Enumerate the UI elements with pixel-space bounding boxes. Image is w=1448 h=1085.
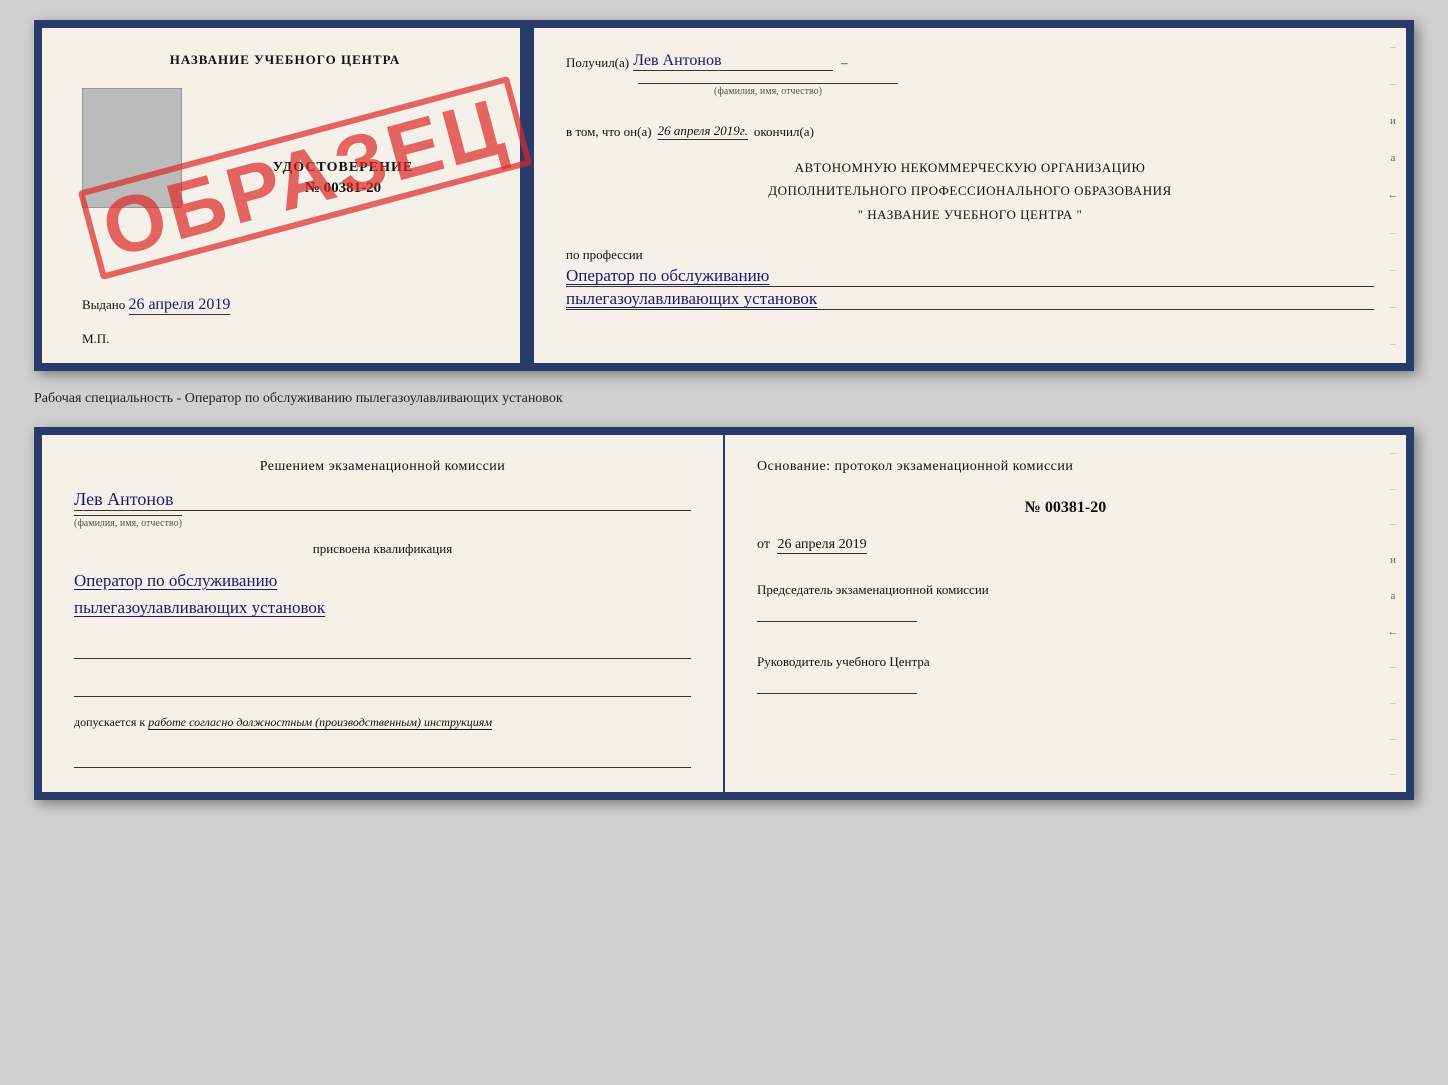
cert-left-page: НАЗВАНИЕ УЧЕБНОГО ЦЕНТРА УДОСТОВЕРЕНИЕ №…	[42, 28, 522, 363]
org-line2: ДОПОЛНИТЕЛЬНОГО ПРОФЕССИОНАЛЬНОГО ОБРАЗО…	[566, 179, 1374, 202]
head-sig-line	[757, 674, 917, 694]
bottom-side-u: и	[1390, 554, 1396, 566]
received-line: Получил(а) Лев Антонов –	[566, 52, 1374, 71]
commission-text: Решением экзаменационной комиссии	[74, 459, 691, 475]
bottom-certificate-book: Решением экзаменационной комиссии Лев Ан…	[34, 427, 1414, 800]
bottom-side-dashes: – – – и а ← – – – –	[1384, 435, 1402, 792]
qualification-block: Оператор по обслуживанию пылегазоулавлив…	[74, 567, 691, 621]
date-prefix: от	[757, 537, 770, 552]
issued-label: Выдано	[82, 297, 125, 312]
recipient-name: Лев Антонов	[633, 52, 833, 71]
completion-date: 26 апреля 2019г.	[658, 123, 748, 140]
profession-line1: Оператор по обслуживанию	[566, 266, 1374, 287]
cert-right-page: – – и а ← – – – – Получил(а) Лев Антонов…	[534, 28, 1406, 363]
protocol-number: № 00381-20	[757, 499, 1374, 517]
top-certificate-section: НАЗВАНИЕ УЧЕБНОГО ЦЕНТРА УДОСТОВЕРЕНИЕ №…	[34, 20, 1414, 371]
profession-block: по профессии Оператор по обслуживанию пы…	[566, 246, 1374, 310]
basis-label: Основание: протокол экзаменационной коми…	[757, 459, 1374, 475]
org-block: АВТОНОМНУЮ НЕКОММЕРЧЕСКУЮ ОРГАНИЗАЦИЮ ДО…	[566, 156, 1374, 226]
issued-date: 26 апреля 2019	[129, 296, 231, 315]
allowed-prefix: допускается к	[74, 715, 145, 729]
chairman-label: Председатель экзаменационной комиссии	[757, 582, 1374, 598]
person-name: Лев Антонов	[74, 489, 173, 509]
qualification-line1: Оператор по обслуживанию	[74, 567, 691, 594]
profession-prefix: по профессии	[566, 247, 643, 262]
side-dashes-right: – – и а ← – – – –	[1384, 28, 1402, 363]
name-field-label-top: (фамилия, имя, отчество)	[638, 83, 898, 97]
cert-photo	[82, 88, 182, 208]
bottom-side-a: а	[1391, 590, 1396, 602]
head-label: Руководитель учебного Центра	[757, 654, 1374, 670]
cert-school-name: НАЗВАНИЕ УЧЕБНОГО ЦЕНТРА	[170, 52, 401, 68]
profession-line2: пылегазоулавливающих установок	[566, 289, 1374, 310]
blank-line-1	[74, 639, 691, 659]
allowed-block: допускается к работе согласно должностны…	[74, 715, 691, 730]
org-line3: " НАЗВАНИЕ УЧЕБНОГО ЦЕНТРА "	[566, 203, 1374, 226]
blank-line-3	[74, 748, 691, 768]
chairman-sig-line	[757, 602, 917, 622]
head-block: Руководитель учебного Центра	[757, 654, 1374, 694]
name-field-label-bottom: (фамилия, имя, отчество)	[74, 515, 182, 529]
cert-info-block: УДОСТОВЕРЕНИЕ № 00381-20	[198, 88, 488, 268]
bottom-side-arrow: ←	[1388, 626, 1399, 638]
in-that-prefix: в том, что он(а)	[566, 124, 652, 140]
side-char-u: и	[1390, 115, 1396, 127]
blank-line-2	[74, 677, 691, 697]
bottom-left-page: Решением экзаменационной комиссии Лев Ан…	[42, 435, 725, 792]
in-that-line: в том, что он(а) 26 апреля 2019г. окончи…	[566, 123, 1374, 140]
separator-label: Рабочая специальность - Оператор по обсл…	[34, 387, 1414, 411]
org-line1: АВТОНОМНУЮ НЕКОММЕРЧЕСКУЮ ОРГАНИЗАЦИЮ	[566, 156, 1374, 179]
cert-mp: М.П.	[82, 331, 488, 347]
bottom-right-page: – – – и а ← – – – – Основание: протокол …	[725, 435, 1406, 792]
allowed-italic: работе согласно должностным (производств…	[148, 715, 492, 729]
completion-label: окончил(а)	[754, 124, 814, 140]
received-prefix: Получил(а)	[566, 55, 629, 71]
chairman-block: Председатель экзаменационной комиссии	[757, 582, 1374, 622]
cert-number: № 00381-20	[305, 180, 381, 197]
assigned-label: присвоена квалификация	[74, 541, 691, 557]
cert-issued-line: Выдано 26 апреля 2019	[82, 296, 488, 315]
side-char-a: а	[1391, 152, 1396, 164]
top-certificate-book: НАЗВАНИЕ УЧЕБНОГО ЦЕНТРА УДОСТОВЕРЕНИЕ №…	[34, 20, 1414, 371]
book-spine-top	[522, 28, 534, 363]
cert-title: УДОСТОВЕРЕНИЕ	[273, 160, 413, 176]
person-name-block: Лев Антонов (фамилия, имя, отчество)	[74, 489, 691, 531]
protocol-date-line: от 26 апреля 2019	[757, 537, 1374, 554]
bottom-certificate-section: Решением экзаменационной комиссии Лев Ан…	[34, 427, 1414, 800]
side-char-arrow: ←	[1388, 189, 1399, 201]
qualification-line2: пылегазоулавливающих установок	[74, 594, 691, 621]
protocol-date: 26 апреля 2019	[777, 537, 866, 554]
